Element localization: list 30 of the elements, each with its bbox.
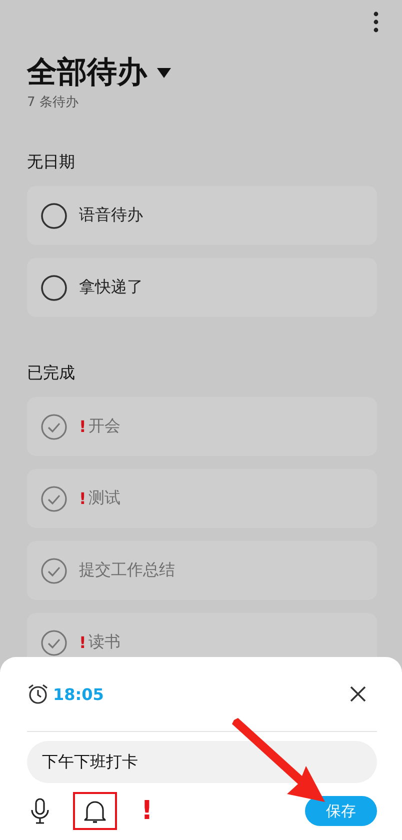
list-title[interactable]: 全部待办 [27,53,147,93]
dropdown-caret-icon[interactable] [157,68,171,78]
todo-card[interactable]: !测试 [27,469,377,528]
checked-circle-icon[interactable] [41,414,67,440]
todo-card[interactable]: !开会 [27,397,377,456]
reminder-time[interactable]: 18:05 [53,684,349,704]
section-heading: 无日期 [27,151,76,173]
microphone-icon[interactable] [29,797,51,825]
todo-input-field[interactable]: 下午下班打卡 [27,741,377,783]
checked-circle-icon[interactable] [41,630,67,656]
checkbox-circle[interactable] [41,274,67,300]
todo-text: !测试 [79,488,120,509]
todo-text: !读书 [79,632,120,653]
checked-circle-icon[interactable] [41,486,67,512]
more-icon[interactable] [373,11,379,33]
priority-button[interactable]: ! [141,796,153,826]
close-icon[interactable] [349,685,367,703]
todo-text: !开会 [79,416,120,437]
todo-card[interactable]: 提交工作总结 [27,541,377,600]
todo-card[interactable]: 拿快递了 [27,258,377,317]
checked-circle-icon[interactable] [41,558,67,584]
todo-text: 语音待办 [79,205,143,226]
checkbox-circle[interactable] [41,202,67,228]
todo-text: 提交工作总结 [79,560,175,581]
section-heading: 已完成 [27,362,76,384]
todo-count: 7 条待办 [27,94,80,111]
todo-text: 拿快递了 [79,277,143,298]
alarm-clock-icon[interactable] [27,683,49,705]
todo-card[interactable]: 语音待办 [27,186,377,245]
save-button[interactable]: 保存 [305,796,377,826]
